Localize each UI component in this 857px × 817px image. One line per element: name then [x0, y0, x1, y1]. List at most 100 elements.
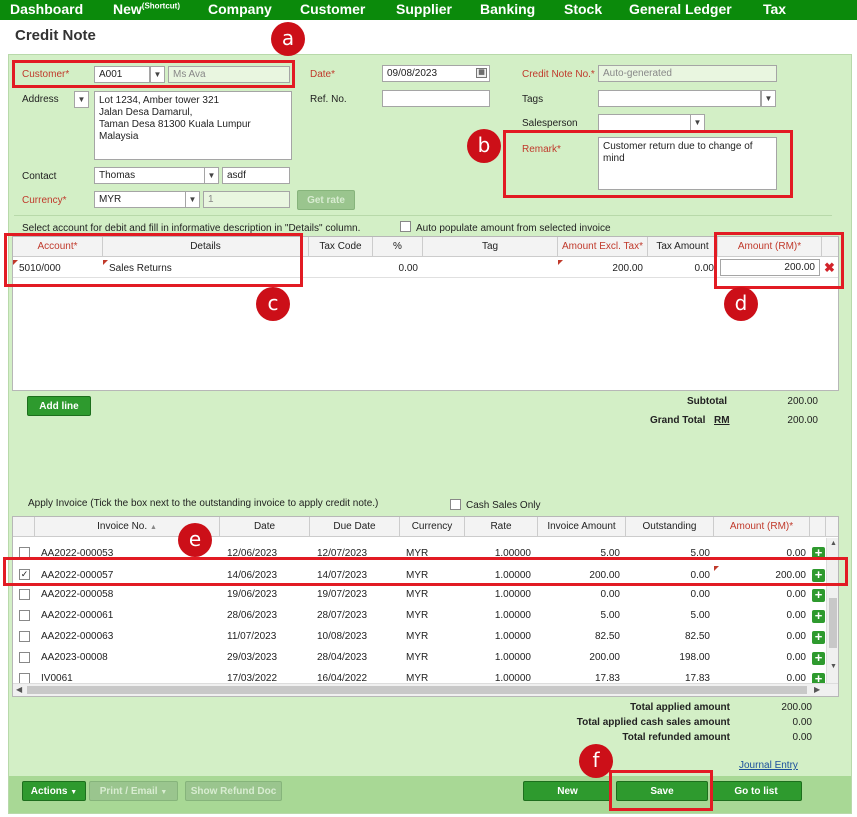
- nav-new[interactable]: New(Shortcut): [113, 1, 180, 17]
- contact-extra-field[interactable]: asdf: [222, 167, 290, 184]
- show-refund-doc-button[interactable]: Show Refund Doc: [185, 781, 282, 801]
- invoice-amount-cell: 0.00: [600, 589, 620, 600]
- nav-company[interactable]: Company: [208, 1, 272, 17]
- scroll-right-icon[interactable]: ▶: [814, 685, 820, 694]
- add-line-button[interactable]: Add line: [27, 396, 91, 416]
- scrollbar-thumb[interactable]: [27, 686, 807, 694]
- table-row[interactable]: ✓ AA2022-000057 14/06/2023 14/07/2023 MY…: [13, 563, 826, 583]
- invoice-amount-cell: 5.00: [600, 610, 620, 621]
- detail-row[interactable]: 5010/000 Sales Returns 0.00 200.00 0.00 …: [13, 258, 838, 278]
- currency-cell: MYR: [406, 548, 429, 559]
- amount-excl-tax-cell[interactable]: 200.00: [558, 263, 643, 274]
- new-button[interactable]: New: [523, 781, 612, 801]
- chevron-down-icon[interactable]: ▼: [204, 167, 219, 184]
- row-checkbox[interactable]: ✓: [19, 569, 30, 580]
- date-cell: 28/06/2023: [227, 610, 278, 621]
- horizontal-scrollbar[interactable]: ◀ ▶: [13, 683, 838, 696]
- applied-amount-cell[interactable]: 0.00: [714, 589, 806, 600]
- row-checkbox[interactable]: [19, 547, 30, 558]
- percent-cell[interactable]: 0.00: [373, 263, 418, 274]
- address-line: Lot 1234, Amber tower 321: [99, 95, 220, 106]
- salesperson-select[interactable]: [598, 114, 691, 131]
- details-instruction: Select account for debit and fill in inf…: [22, 223, 361, 234]
- cash-sales-only-checkbox[interactable]: [450, 499, 461, 510]
- add-icon[interactable]: +: [812, 651, 825, 665]
- actions-button[interactable]: Actions ▼: [22, 781, 86, 801]
- table-row[interactable]: AA2022-000058 19/06/2023 19/07/2023 MYR …: [13, 583, 826, 603]
- currency-label: Currency*: [22, 195, 67, 206]
- vertical-scrollbar[interactable]: ▲ ▼: [826, 538, 838, 685]
- nav-general-ledger[interactable]: General Ledger: [629, 1, 732, 17]
- page-title: Credit Note: [15, 27, 96, 44]
- table-row[interactable]: AA2022-000063 11/07/2023 10/08/2023 MYR …: [13, 625, 826, 645]
- ref-no-field[interactable]: [382, 90, 490, 107]
- row-checkbox[interactable]: [19, 631, 30, 642]
- chevron-down-icon[interactable]: ▼: [690, 114, 705, 131]
- contact-select[interactable]: Thomas: [94, 167, 205, 184]
- rate-cell: 1.00000: [494, 610, 531, 621]
- applied-amount-cell[interactable]: 0.00: [714, 652, 806, 663]
- chevron-down-icon[interactable]: ▼: [150, 66, 165, 83]
- add-icon[interactable]: +: [812, 630, 825, 644]
- remark-textarea[interactable]: Customer return due to change of mind: [598, 137, 777, 190]
- annotation-marker-e: e: [178, 523, 212, 557]
- total-refunded-value: 0.00: [792, 732, 812, 743]
- apply-invoice-instruction: Apply Invoice (Tick the box next to the …: [28, 498, 379, 509]
- tags-select[interactable]: [598, 90, 761, 107]
- calendar-icon[interactable]: ▦: [476, 68, 487, 78]
- table-row[interactable]: AA2022-000053 12/06/2023 12/07/2023 MYR …: [13, 541, 826, 561]
- add-icon[interactable]: +: [812, 568, 825, 582]
- col-details: Details: [103, 237, 309, 257]
- col-tax-code: Tax Code: [309, 237, 373, 257]
- nav-dashboard[interactable]: Dashboard: [10, 1, 83, 17]
- table-row[interactable]: AA2022-000061 28/06/2023 28/07/2023 MYR …: [13, 604, 826, 624]
- delete-row-icon[interactable]: ✖: [824, 260, 835, 276]
- get-rate-button[interactable]: Get rate: [297, 190, 355, 210]
- currency-cell: MYR: [406, 652, 429, 663]
- go-to-list-button[interactable]: Go to list: [710, 781, 802, 801]
- date-cell: 29/03/2023: [227, 652, 278, 663]
- applied-amount-cell[interactable]: 200.00: [714, 570, 806, 581]
- applied-amount-cell[interactable]: 0.00: [714, 610, 806, 621]
- row-checkbox[interactable]: [19, 589, 30, 600]
- address-textarea[interactable]: Lot 1234, Amber tower 321 Jalan Desa Dam…: [94, 91, 292, 160]
- row-checkbox[interactable]: [19, 610, 30, 621]
- details-cell[interactable]: Sales Returns: [109, 263, 172, 274]
- scroll-up-icon[interactable]: ▲: [830, 540, 837, 547]
- nav-supplier[interactable]: Supplier: [396, 1, 452, 17]
- add-icon[interactable]: +: [812, 609, 825, 623]
- nav-tax[interactable]: Tax: [763, 1, 786, 17]
- add-icon[interactable]: +: [812, 588, 825, 602]
- nav-customer[interactable]: Customer: [300, 1, 365, 17]
- tax-amount-cell[interactable]: 0.00: [648, 263, 714, 274]
- nav-stock[interactable]: Stock: [564, 1, 602, 17]
- chevron-down-icon[interactable]: ▼: [185, 191, 200, 208]
- due-date-cell: 14/07/2023: [317, 570, 368, 581]
- total-refunded-label: Total refunded amount: [622, 732, 730, 743]
- save-button[interactable]: Save: [616, 781, 708, 801]
- row-checkbox[interactable]: [19, 652, 30, 663]
- print-email-button[interactable]: Print / Email ▼: [89, 781, 178, 801]
- customer-code-select[interactable]: A001: [94, 66, 150, 83]
- journal-entry-link[interactable]: Journal Entry: [739, 760, 798, 771]
- table-row[interactable]: AA2023-00008 29/03/2023 28/04/2023 MYR 1…: [13, 646, 826, 666]
- date-field[interactable]: 09/08/2023: [382, 65, 490, 82]
- auto-populate-checkbox[interactable]: [400, 221, 411, 232]
- annotation-marker-d: d: [724, 287, 758, 321]
- account-cell[interactable]: 5010/000: [19, 263, 61, 274]
- scrollbar-thumb[interactable]: [829, 598, 837, 648]
- scroll-down-icon[interactable]: ▼: [830, 663, 837, 670]
- currency-cell: MYR: [406, 570, 429, 581]
- add-icon[interactable]: +: [812, 546, 825, 560]
- address-dropdown-icon[interactable]: ▼: [74, 91, 89, 108]
- currency-select[interactable]: MYR: [94, 191, 186, 208]
- scroll-left-icon[interactable]: ◀: [16, 685, 22, 694]
- applied-amount-cell[interactable]: 0.00: [714, 631, 806, 642]
- amount-rm-input[interactable]: 200.00: [720, 259, 820, 276]
- nav-banking[interactable]: Banking: [480, 1, 535, 17]
- sort-asc-icon[interactable]: ▲: [150, 524, 157, 531]
- applied-amount-cell[interactable]: 0.00: [714, 548, 806, 559]
- chevron-down-icon[interactable]: ▼: [761, 90, 776, 107]
- outstanding-cell: 198.00: [679, 652, 710, 663]
- currency-cell: MYR: [406, 631, 429, 642]
